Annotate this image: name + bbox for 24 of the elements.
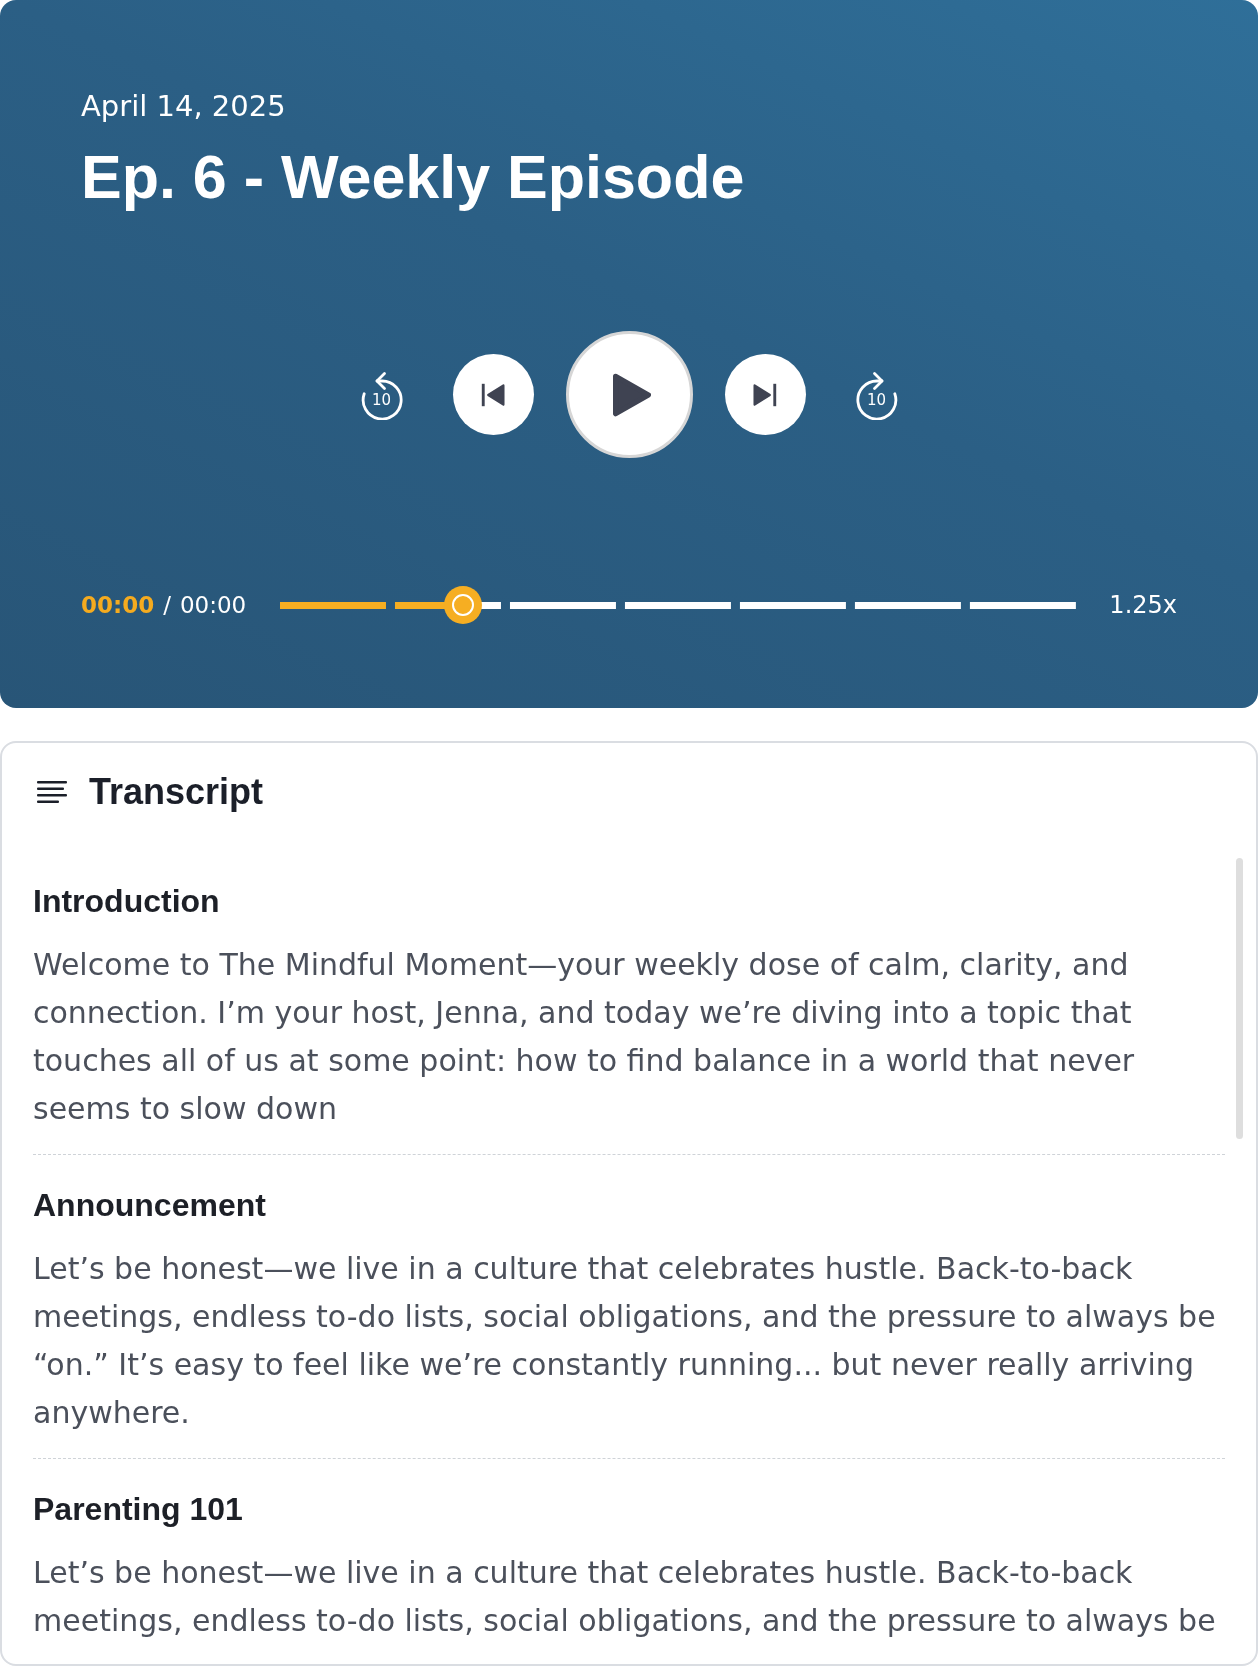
section-heading: Parenting 101 xyxy=(33,1490,244,1529)
playback-speed-button[interactable]: 1.25x xyxy=(1109,590,1177,620)
transcript-paragraph: Let’s be honest—we live in a culture that celebrates hustle. Back-to-back meetings, endless to-do lists, social obligations, and the pressure to always be xyxy=(33,1554,1217,1640)
skip-back-10-button[interactable]: 10 xyxy=(360,369,403,420)
skip-forward-icon xyxy=(753,382,777,407)
skip-forward-10-button[interactable]: 10 xyxy=(855,369,898,420)
section-heading: Announcement xyxy=(33,1186,267,1225)
align-left-icon xyxy=(37,781,67,803)
counterclockwise-arrow-icon xyxy=(360,369,403,420)
transcript-title: Transcript xyxy=(89,771,264,813)
time-separator: / xyxy=(163,591,171,619)
progress-thumb[interactable] xyxy=(444,586,483,624)
elapsed-time: 00:00 xyxy=(81,591,155,619)
episode-date: April 14, 2025 xyxy=(81,89,286,124)
scrollbar[interactable] xyxy=(1236,858,1243,1139)
section-heading: Introduction xyxy=(33,882,221,921)
duration-time: 00:00 xyxy=(179,591,247,619)
play-icon xyxy=(613,372,651,417)
skip-back-icon xyxy=(481,382,505,407)
clockwise-arrow-icon xyxy=(855,369,898,420)
transcript-paragraph: Let’s be honest—we live in a culture that celebrates hustle. Back-to-back meetings, endless to-do lists, social obligations, and the pressure to always be “on.” It’s easy to feel like we’re constantly running... but never really arriving anywhere. xyxy=(33,1250,1217,1432)
progress-track[interactable] xyxy=(280,601,1077,609)
episode-title: Ep. 6 - Weekly Episode xyxy=(81,142,745,213)
transcript-paragraph: Welcome to The Mindful Moment—your weekly dose of calm, clarity, and connection. I’m your host, Jenna, and today we’re diving into a topic that touches all of us at some point: how to find balance in a world that never seems to slow down xyxy=(33,946,1136,1128)
